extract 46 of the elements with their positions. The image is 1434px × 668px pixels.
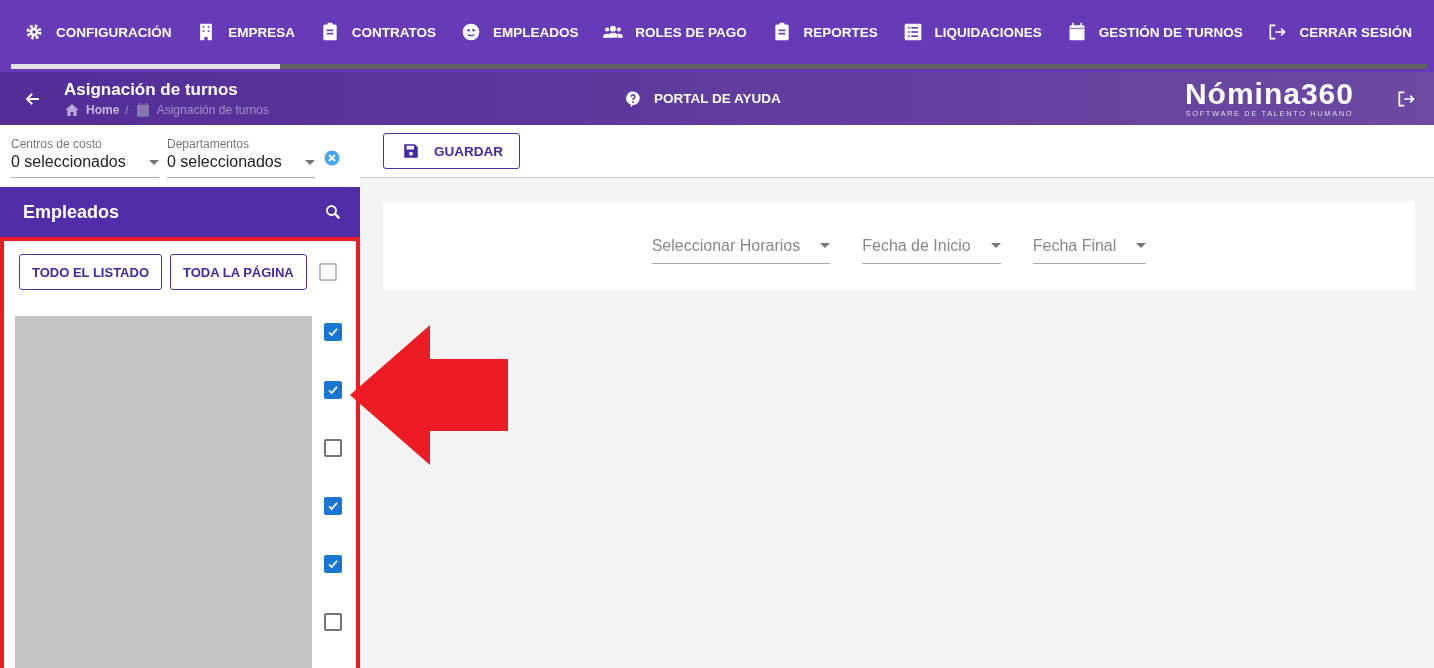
clear-button[interactable] bbox=[323, 148, 341, 167]
checkbox[interactable] bbox=[324, 439, 342, 457]
panel-title: Empleados bbox=[23, 201, 120, 223]
nav-link[interactable]: CERRAR SESIÓN bbox=[1267, 22, 1412, 42]
breadcrumb-separator: / bbox=[125, 102, 129, 117]
logout-icon bbox=[1267, 22, 1288, 42]
checkbox[interactable] bbox=[324, 555, 342, 573]
checkbox[interactable] bbox=[318, 263, 337, 281]
help-icon bbox=[624, 89, 642, 108]
dropdown-field[interactable]: Departamentos 0 seleccionados bbox=[167, 137, 315, 178]
nav-link[interactable]: GESTIÓN DE TURNOS bbox=[1066, 22, 1243, 42]
help-portal-link[interactable]: PORTAL DE AYUDA bbox=[624, 89, 781, 108]
checkbox[interactable] bbox=[324, 323, 342, 341]
logo-text: Nómina360 bbox=[1184, 79, 1354, 109]
breadcrumb-link[interactable]: Home bbox=[86, 102, 120, 117]
caret-icon bbox=[305, 159, 315, 165]
caret-icon bbox=[1136, 243, 1147, 248]
search-icon bbox=[324, 203, 342, 221]
save-button[interactable]: GUARDAR bbox=[383, 133, 520, 169]
select-button[interactable]: TODO EL LISTADO bbox=[19, 254, 162, 290]
close-icon bbox=[323, 148, 341, 167]
caret-icon bbox=[820, 243, 831, 248]
page-title: Asignación de turnos bbox=[64, 79, 239, 100]
checkbox[interactable] bbox=[324, 381, 342, 399]
home-icon bbox=[64, 101, 80, 118]
calendar-icon bbox=[134, 101, 151, 118]
caret-icon bbox=[149, 159, 159, 165]
nav-link[interactable]: CONTRATOS bbox=[319, 22, 437, 42]
checkbox[interactable] bbox=[324, 613, 342, 631]
nav-link[interactable]: EMPLEADOS bbox=[460, 22, 579, 42]
select-field[interactable]: Seleccionar Horarios bbox=[651, 228, 831, 264]
caret-icon bbox=[990, 243, 1001, 248]
checkbox[interactable] bbox=[324, 497, 342, 515]
nav-link[interactable]: CONFIGURACIÓN bbox=[24, 22, 172, 42]
select-field[interactable]: Fecha Final bbox=[1032, 228, 1147, 264]
dropdown-field[interactable]: Centros de costo 0 seleccionados bbox=[11, 137, 159, 178]
nav-link[interactable]: EMPRESA bbox=[196, 22, 296, 42]
breadcrumb-current: Asignación de turnos bbox=[156, 102, 269, 117]
face-icon bbox=[460, 22, 481, 42]
list-icon bbox=[902, 22, 923, 42]
select-button[interactable]: TODA LA PÁGINA bbox=[170, 254, 307, 290]
nav-link[interactable]: ROLES DE PAGO bbox=[603, 22, 747, 42]
nav-link[interactable]: LIQUIDACIONES bbox=[902, 22, 1042, 42]
nav-link[interactable]: REPORTES bbox=[771, 22, 878, 42]
gear-icon bbox=[24, 22, 44, 42]
select-field[interactable]: Fecha de Inicio bbox=[862, 228, 1001, 264]
